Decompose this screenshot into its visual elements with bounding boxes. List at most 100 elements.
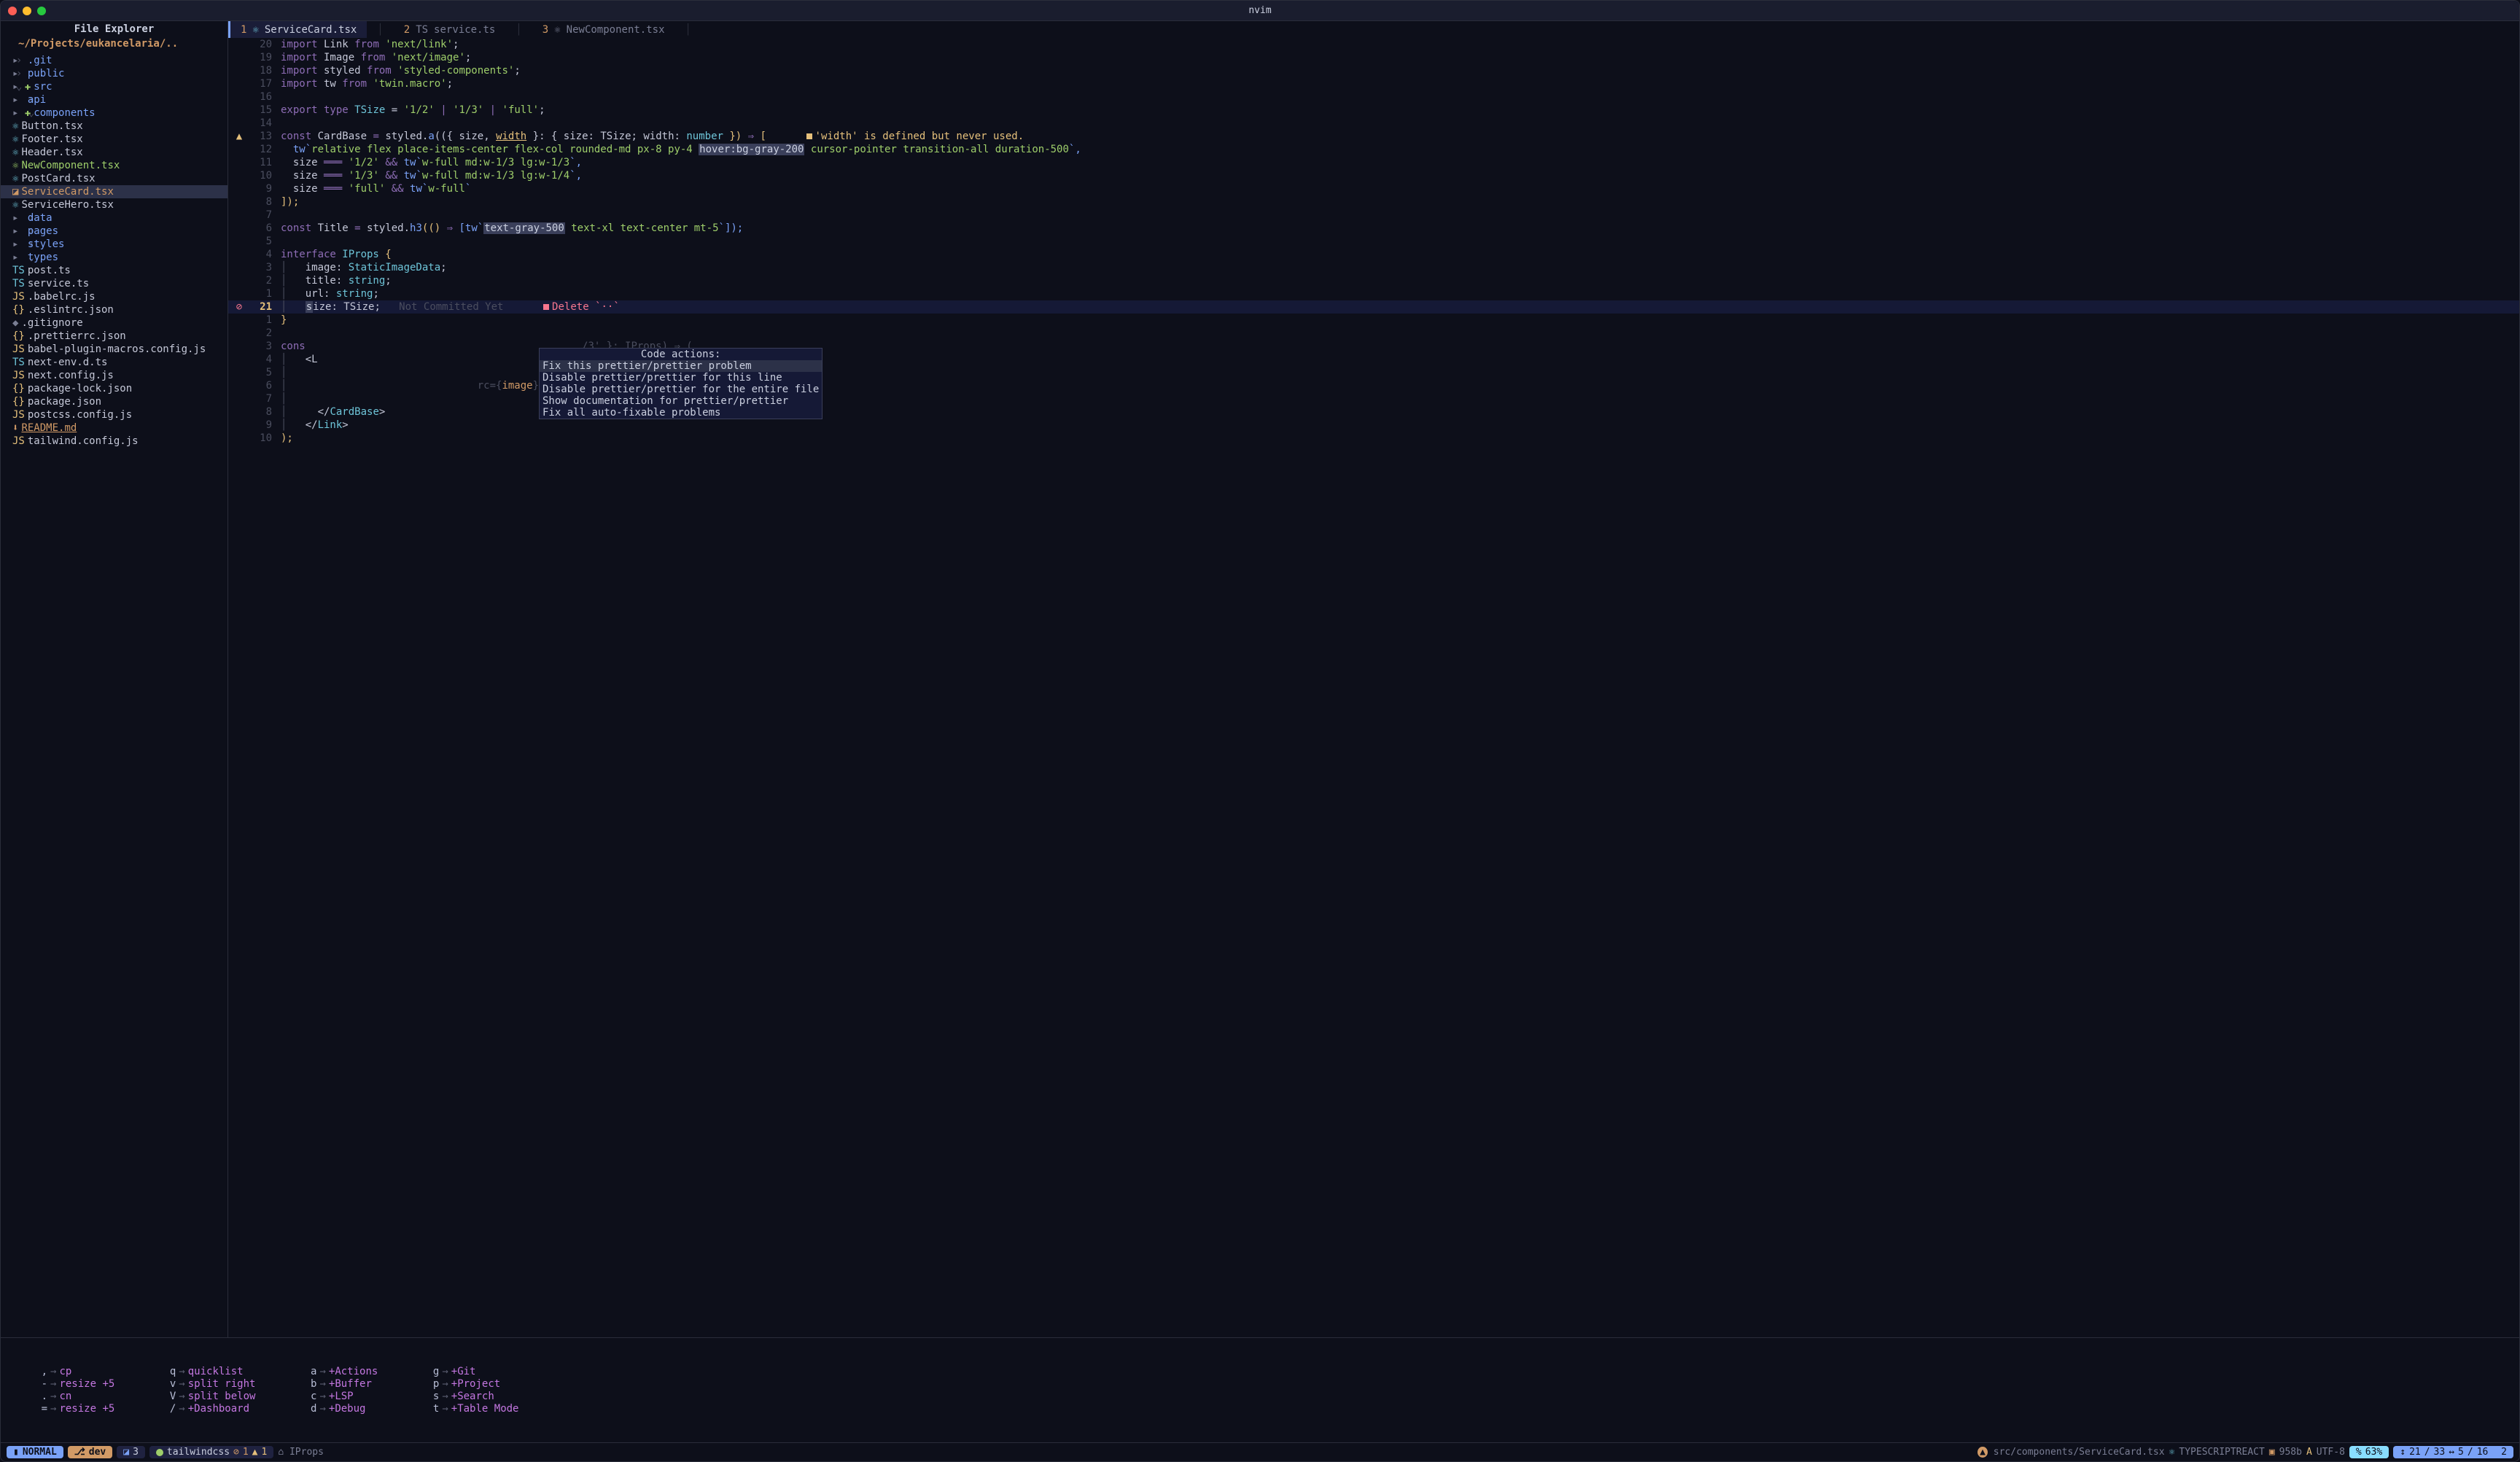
tree-item[interactable]: ⚛ ServiceHero.tsx [1,198,228,211]
arrow-icon: → [179,1403,184,1415]
whichkey-binding[interactable]: t → +Table Mode [429,1403,518,1415]
whichkey-binding[interactable]: g → +Git [429,1366,518,1377]
tree-item-name: Button.tsx [21,120,82,132]
tree-item[interactable]: {} package-lock.json [1,382,228,395]
whichkey-key: s [429,1391,439,1402]
whichkey-binding[interactable]: p → +Project [429,1378,518,1390]
tab[interactable]: 1⚛ServiceCard.tsx [228,21,367,38]
tab[interactable]: 2TSservice.ts [394,21,506,38]
arrow-icon: → [179,1391,184,1402]
lsp-status: tailwindcss ⊘ 1 ▲ 1 [149,1446,273,1458]
arrow-icon: → [50,1391,56,1402]
whichkey-key: t [429,1403,439,1415]
tree-item[interactable]: › ▸ public [1,67,228,80]
git-diff: ◪3 [117,1446,145,1458]
code-action-item[interactable]: Fix all auto-fixable problems [540,407,822,419]
whichkey-binding[interactable]: b → +Buffer [306,1378,378,1390]
tab[interactable]: 3⚛NewComponent.tsx [532,21,675,38]
whichkey-desc: +Actions [329,1366,378,1377]
tree-item[interactable]: ⚛ PostCard.tsx [1,172,228,185]
filesize-icon: ▣ [2269,1447,2275,1458]
tree-item[interactable]: JS babel-plugin-macros.config.js [1,343,228,356]
folder-icon: ▸ [12,212,25,224]
tree-item[interactable]: TS next-env.d.ts [1,356,228,369]
code-area[interactable]: 20import Link from 'next/link'; 19import… [228,38,2519,1337]
tree-item-name: .prettierrc.json [28,330,126,342]
arrow-icon: → [442,1403,448,1415]
tree-item[interactable]: › ▸ pages [1,225,228,238]
whichkey-binding[interactable]: d → +Debug [306,1403,378,1415]
code-action-item[interactable]: Fix this prettier/prettier problem [540,360,822,372]
maximize-icon[interactable] [37,7,46,15]
tree-item[interactable]: JS tailwind.config.js [1,435,228,448]
arrow-icon: → [319,1366,325,1377]
code-action-item[interactable]: Disable prettier/prettier for the entire… [540,384,822,395]
whichkey-binding[interactable]: - → resize +5 [37,1378,114,1390]
whichkey-binding[interactable]: c → +LSP [306,1391,378,1402]
tree-item[interactable]: › ▸ api [1,93,228,106]
tree-item[interactable]: ⚛ Header.tsx [1,146,228,159]
folder-icon: ▸ [12,238,25,250]
tree-item[interactable]: JS .babelrc.js [1,290,228,303]
editor: 1⚛ServiceCard.tsx│2TSservice.ts│3⚛NewCom… [228,21,2519,1337]
tree-item-name: PostCard.tsx [21,173,95,184]
tree-item[interactable]: {} package.json [1,395,228,408]
tree-item[interactable]: › ▸ .git [1,54,228,67]
tree-item-name: next.config.js [28,370,114,381]
tree-item[interactable]: ◆ .gitignore [1,316,228,330]
file-icon: {} [12,330,25,342]
warning-icon: ▲ [228,130,250,143]
code-action-item[interactable]: Disable prettier/prettier for this line [540,372,822,384]
whichkey-binding[interactable]: v → split right [166,1378,255,1390]
tree-item[interactable]: › ▸ styles [1,238,228,251]
whichkey-binding[interactable]: . → cn [37,1391,114,1402]
tree-item[interactable]: {} .eslintrc.json [1,303,228,316]
tree-item[interactable]: TS service.ts [1,277,228,290]
close-icon[interactable] [8,7,17,15]
whichkey-binding[interactable]: V → split below [166,1391,255,1402]
tree-item-name: postcss.config.js [28,409,132,421]
tree-item[interactable]: TS post.ts [1,264,228,277]
minimize-icon[interactable] [23,7,31,15]
file-icon: JS [12,409,25,421]
window-title: nvim [1248,5,1271,16]
arrow-icon: → [442,1378,448,1390]
tab-name: NewComponent.tsx [567,24,665,36]
file-explorer[interactable]: File Explorer ~/Projects/eukancelaria/..… [1,21,228,1337]
cursor: s [306,301,313,313]
tree-item[interactable]: ⌄ ▸ ✚ src [1,80,228,93]
code-action-item[interactable]: Show documentation for prettier/prettier [540,395,822,407]
whichkey-key: / [166,1403,176,1415]
tree-item-name: api [28,94,46,106]
whichkey-binding[interactable]: , → cp [37,1366,114,1377]
tree-item[interactable]: JS next.config.js [1,369,228,382]
folder-icon: ▸ [12,94,25,106]
tree-item[interactable]: ⌄ ▸ types [1,251,228,264]
whichkey-desc: split below [188,1391,256,1402]
tree-item[interactable]: ◪ ServiceCard.tsx [1,185,228,198]
whichkey-binding[interactable]: s → +Search [429,1391,518,1402]
tree-item[interactable]: ⚛ NewComponent.tsx [1,159,228,172]
whichkey-binding[interactable]: a → +Actions [306,1366,378,1377]
tree-item-name: src [34,81,52,93]
tree-item-name: .gitignore [21,317,82,329]
arrow-icon: → [319,1391,325,1402]
whichkey-binding[interactable]: q → quicklist [166,1366,255,1377]
tree-item[interactable]: ⚛ Button.tsx [1,120,228,133]
branch-icon: ⎇ [74,1447,85,1458]
tree-item[interactable]: ⌄ ▸ ✚ components [1,106,228,120]
whichkey-binding[interactable]: = → resize +5 [37,1403,114,1415]
whichkey-binding[interactable]: / → +Dashboard [166,1403,255,1415]
warning-chip-icon [806,133,812,139]
tree-item[interactable]: › ▸ data [1,211,228,225]
file-icon: {} [12,304,25,316]
folder-icon: ▸ [12,55,25,66]
tree-item[interactable]: ⚛ Footer.tsx [1,133,228,146]
tree-item[interactable]: JS postcss.config.js [1,408,228,421]
file-path: ▲ src/components/ServiceCard.tsx [1978,1447,2164,1458]
whichkey-key: v [166,1378,176,1390]
lsp-context: ⌂ IProps [278,1447,324,1458]
tree-item[interactable]: ⬇ README.md [1,421,228,435]
folder-icon: ▸ [12,81,25,93]
tree-item[interactable]: {} .prettierrc.json [1,330,228,343]
